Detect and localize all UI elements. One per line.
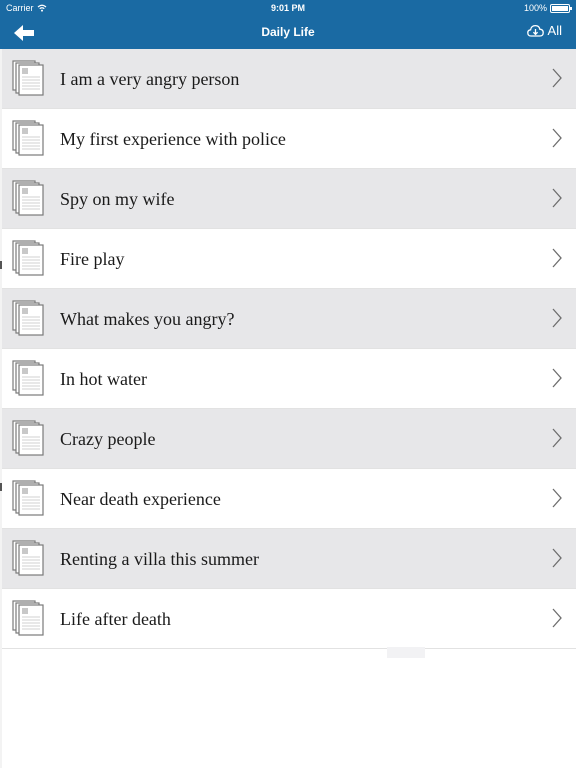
cloud-download-icon bbox=[526, 24, 544, 37]
download-all-button[interactable]: All bbox=[526, 23, 562, 38]
document-stack-icon bbox=[12, 600, 44, 636]
list-item-label: Life after death bbox=[60, 609, 171, 629]
document-stack-icon bbox=[12, 180, 44, 216]
list-item-label: Spy on my wife bbox=[60, 189, 175, 209]
battery-icon bbox=[550, 3, 572, 13]
document-stack-icon bbox=[12, 300, 44, 336]
chevron-right-icon bbox=[552, 368, 562, 388]
chevron-right-icon bbox=[552, 548, 562, 568]
faded-placeholder bbox=[387, 647, 425, 658]
chevron-right-icon bbox=[552, 188, 562, 208]
status-bar: Carrier 9:01 PM 100% bbox=[0, 0, 576, 16]
navigation-bar: Daily Life All bbox=[0, 16, 576, 49]
document-stack-icon bbox=[12, 480, 44, 516]
list-item[interactable]: Renting a villa this summer bbox=[2, 529, 576, 589]
chevron-right-icon bbox=[552, 248, 562, 268]
list-item[interactable]: Near death experience bbox=[2, 469, 576, 529]
story-list: I am a very angry person My first experi… bbox=[2, 49, 576, 649]
list-item-label: What makes you angry? bbox=[60, 309, 235, 329]
list-item[interactable]: Spy on my wife bbox=[2, 169, 576, 229]
document-stack-icon bbox=[12, 240, 44, 276]
list-item-label: Near death experience bbox=[60, 489, 221, 509]
chevron-right-icon bbox=[552, 488, 562, 508]
document-stack-icon bbox=[12, 540, 44, 576]
list-item[interactable]: Fire play bbox=[2, 229, 576, 289]
document-stack-icon bbox=[12, 120, 44, 156]
chevron-right-icon bbox=[552, 68, 562, 88]
list-item[interactable]: In hot water bbox=[2, 349, 576, 409]
battery-indicator: 100% bbox=[523, 3, 572, 13]
list-item[interactable]: My first experience with police bbox=[2, 109, 576, 169]
battery-percent: 100% bbox=[523, 3, 547, 13]
download-all-label: All bbox=[547, 23, 562, 38]
list-item-label: Fire play bbox=[60, 249, 125, 269]
chevron-right-icon bbox=[552, 608, 562, 628]
document-stack-icon bbox=[12, 60, 44, 96]
chevron-right-icon bbox=[552, 128, 562, 148]
document-stack-icon bbox=[12, 360, 44, 396]
list-item[interactable]: Crazy people bbox=[2, 409, 576, 469]
list-item-label: Crazy people bbox=[60, 429, 156, 449]
chevron-right-icon bbox=[552, 308, 562, 328]
list-item[interactable]: What makes you angry? bbox=[2, 289, 576, 349]
list-item-label: I am a very angry person bbox=[60, 69, 240, 89]
list-item[interactable]: I am a very angry person bbox=[2, 49, 576, 109]
clock: 9:01 PM bbox=[270, 3, 305, 13]
list-item[interactable]: Life after death bbox=[2, 589, 576, 649]
list-item-label: My first experience with police bbox=[60, 129, 286, 149]
document-stack-icon bbox=[12, 420, 44, 456]
chevron-right-icon bbox=[552, 428, 562, 448]
list-item-label: In hot water bbox=[60, 369, 147, 389]
list-item-label: Renting a villa this summer bbox=[60, 549, 259, 569]
page-title: Daily Life bbox=[261, 25, 315, 39]
